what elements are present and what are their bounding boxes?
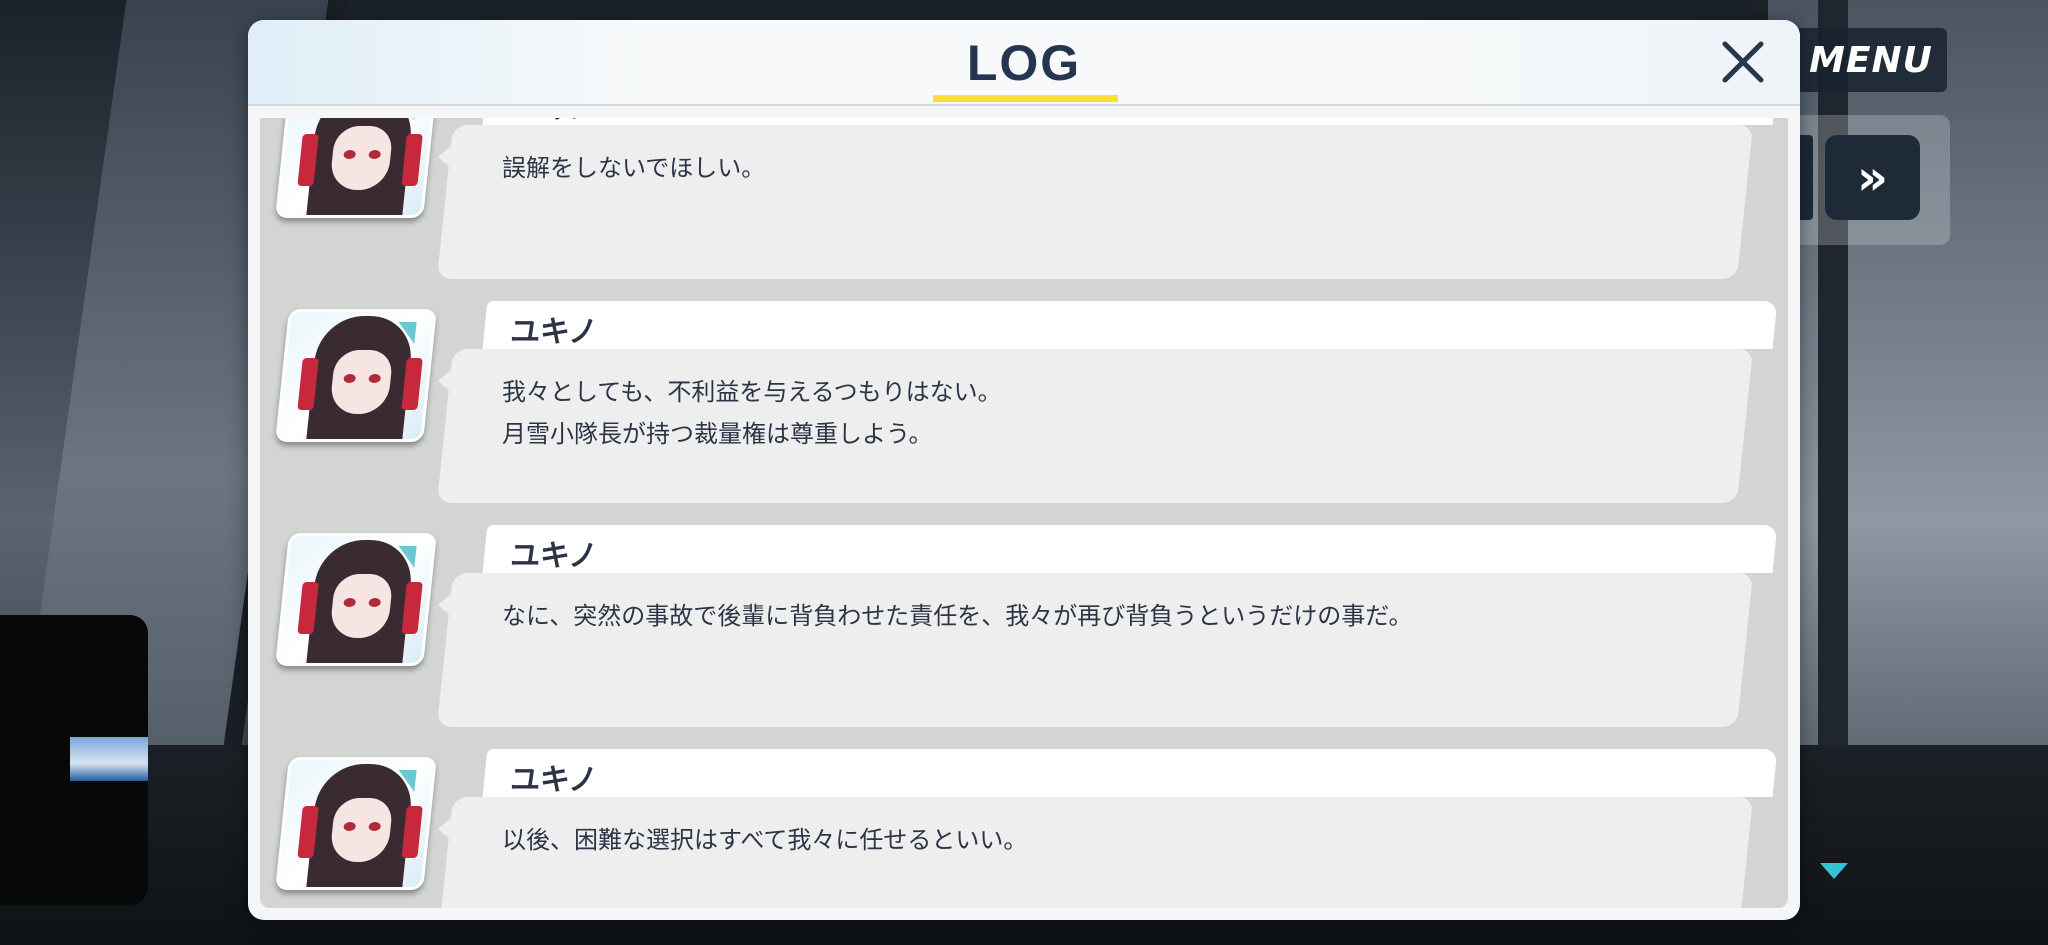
speaker-portrait xyxy=(275,533,437,666)
message-text: 我々としても、不利益を与えるつもりはない。 月雪小隊長が持つ裁量権は尊重しよう。 xyxy=(502,378,1002,448)
log-entry: ユキノ なに、突然の事故で後輩に背負わせた責任を、我々が再び背負うというだけの事… xyxy=(260,525,1788,749)
skip-button[interactable]: » xyxy=(1825,135,1920,220)
log-entry: ユキノ 誤解をしないでほしい。 xyxy=(260,118,1788,301)
message-text: なに、突然の事故で後輩に背負わせた責任を、我々が再び背負うというだけの事だ。 xyxy=(502,602,1413,630)
message-bubble-tail xyxy=(438,817,452,841)
message-bubble-tail xyxy=(438,593,452,617)
log-scroll-area[interactable]: ユキノ 誤解をしないでほしい。 ユキノ 我々としても、不利益を与えるつもりはない… xyxy=(260,118,1788,908)
log-entry: ユキノ 以後、困難な選択はすべて我々に任せるといい。 xyxy=(260,749,1788,908)
speaker-portrait xyxy=(275,118,437,218)
message-bubble-tail xyxy=(438,145,452,169)
close-button[interactable] xyxy=(1713,32,1773,92)
log-dialog: LOG ユキノ 誤解をしないでほしい。 xyxy=(248,20,1800,920)
speaker-name: ユキノ xyxy=(510,763,598,798)
dialog-title: LOG xyxy=(966,35,1082,91)
log-list: ユキノ 誤解をしないでほしい。 ユキノ 我々としても、不利益を与えるつもりはない… xyxy=(260,118,1788,908)
speaker-portrait xyxy=(275,309,437,442)
message-text: 以後、困難な選択はすべて我々に任せるといい。 xyxy=(502,826,1028,854)
side-preview-panel xyxy=(0,615,148,905)
speaker-portrait xyxy=(275,757,437,890)
speaker-name-bar xyxy=(482,749,1778,797)
speaker-name-bar xyxy=(482,118,1778,125)
speaker-name: ユキノ xyxy=(510,315,598,350)
log-entry: ユキノ 我々としても、不利益を与えるつもりはない。 月雪小隊長が持つ裁量権は尊重… xyxy=(260,301,1788,525)
preview-thumbnail[interactable] xyxy=(70,737,148,781)
speaker-name-bar xyxy=(482,525,1778,573)
message-bubble-tail xyxy=(438,369,452,393)
close-icon xyxy=(1722,41,1764,83)
fast-forward-icon: » xyxy=(1856,149,1888,206)
speaker-name: ユキノ xyxy=(510,539,598,574)
message-text: 誤解をしないでほしい。 xyxy=(502,154,766,182)
speaker-name-bar xyxy=(482,301,1778,349)
menu-button[interactable]: MENU xyxy=(1795,28,1947,92)
scroll-down-icon[interactable] xyxy=(1820,863,1848,879)
title-underline xyxy=(933,95,1118,102)
log-dialog-header: LOG xyxy=(248,20,1800,106)
